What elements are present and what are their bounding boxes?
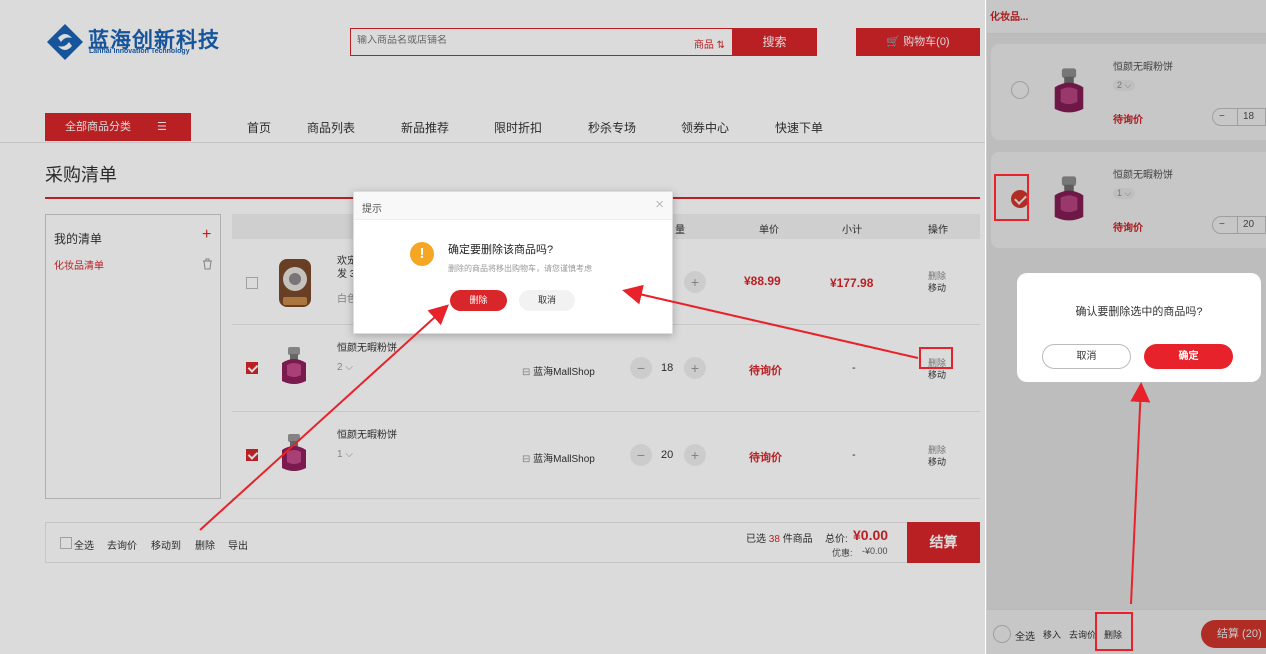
annotation-arrows bbox=[199, 284, 1151, 605]
annotation-arrow bbox=[622, 284, 919, 359]
annotation-arrow bbox=[199, 304, 449, 531]
annotation-arrow bbox=[1130, 382, 1151, 605]
